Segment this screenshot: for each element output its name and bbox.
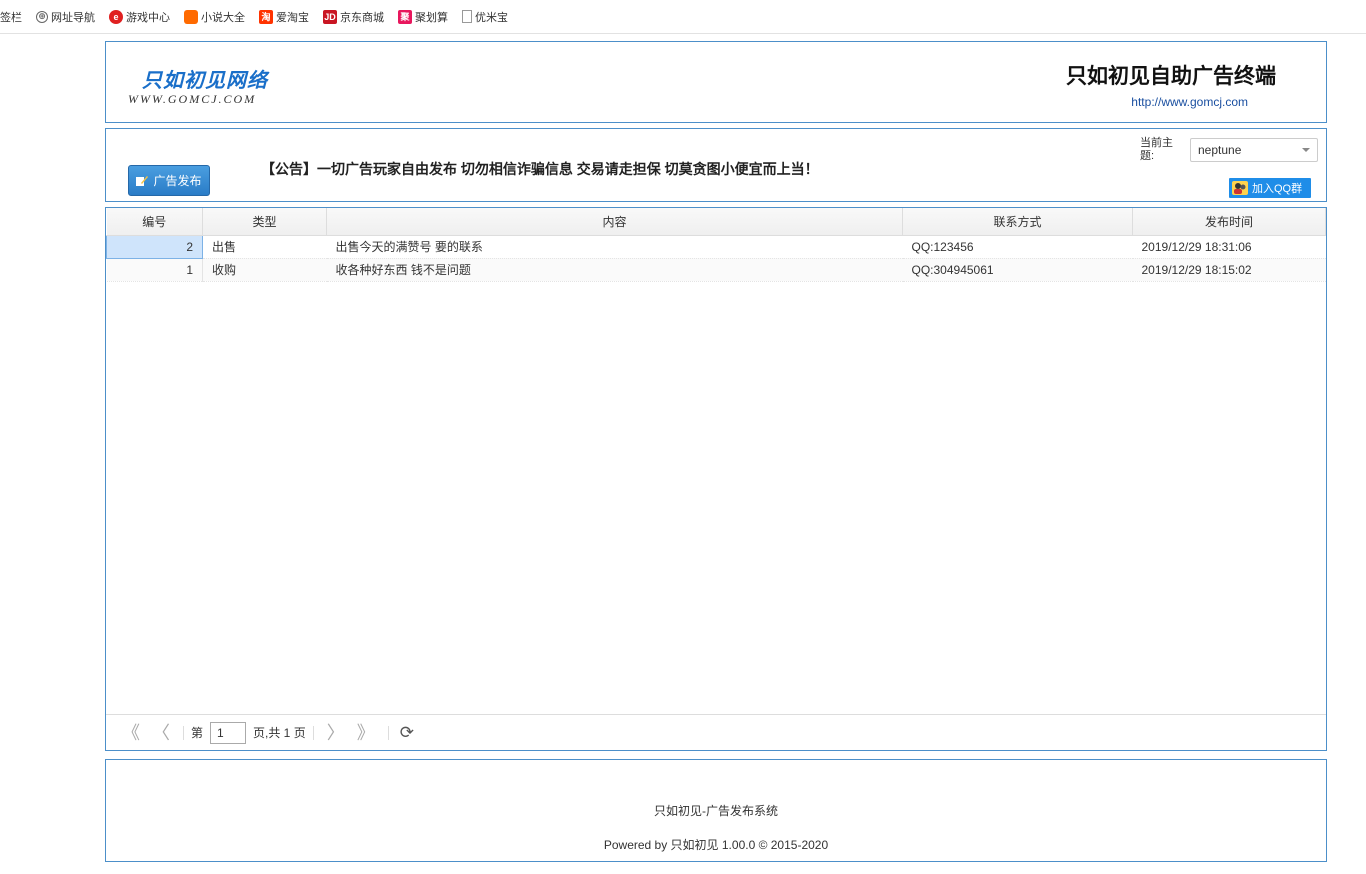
prev-page-icon[interactable]: 〈 xyxy=(152,724,170,742)
bookmark-label: 小说大全 xyxy=(201,11,245,24)
ad-grid-panel: 编号 类型 内容 联系方式 发布时间 2 出售 出售今天的满赞号 要的联系 QQ… xyxy=(105,207,1327,751)
bookmark-folder[interactable]: 签栏 xyxy=(0,9,22,25)
cell-content: 收各种好东西 钱不是问题 xyxy=(326,258,903,282)
cell-type: 收购 xyxy=(202,258,327,282)
next-page-icon[interactable]: 〉 xyxy=(327,724,345,742)
column-header-content[interactable]: 内容 xyxy=(326,208,903,236)
bookmark-nav[interactable]: ⊕ 网址导航 xyxy=(36,9,95,25)
cell-type: 出售 xyxy=(202,235,327,259)
pager-divider xyxy=(387,725,389,740)
bookmark-novels[interactable]: 小说大全 xyxy=(184,9,245,25)
cell-time: 2019/12/29 18:15:02 xyxy=(1132,258,1326,282)
table-header-row: 编号 类型 内容 联系方式 发布时间 xyxy=(106,208,1326,236)
pagination-bar: 《 〈 第 1 页,共 1 页 〉 》 ⟳ xyxy=(106,714,1326,750)
cell-id: 1 xyxy=(106,258,203,282)
refresh-icon[interactable]: ⟳ xyxy=(400,723,414,743)
footer-copyright: Powered by 只如初见 1.00.0 © 2015-2020 xyxy=(603,838,829,852)
cell-contact: QQ:123456 xyxy=(902,235,1133,259)
toolbar-panel: 广告发布 【公告】一切广告玩家自由发布 切勿相信诈骗信息 交易请走担保 切莫贪图… xyxy=(105,128,1327,202)
announcement: 【公告】一切广告玩家自由发布 切勿相信诈骗信息 交易请走担保 切莫贪图小便宜而上… xyxy=(261,161,819,177)
theme-label: 当前主题: xyxy=(1140,137,1173,162)
pager-divider xyxy=(312,725,314,740)
bookmark-jd[interactable]: JD 京东商城 xyxy=(323,9,384,25)
jd-icon: JD xyxy=(323,9,337,24)
bookmark-juhuasuan[interactable]: 聚 聚划算 xyxy=(398,9,448,25)
bookmark-label: 聚划算 xyxy=(415,11,448,24)
page-total: 页,共 1 页 xyxy=(253,726,306,740)
bookmark-taobao[interactable]: 淘 爱淘宝 xyxy=(259,9,309,25)
qq-group-icon xyxy=(1232,181,1248,195)
bookmark-label: 爱淘宝 xyxy=(276,11,309,24)
ju-icon: 聚 xyxy=(398,9,412,24)
bookmark-label: 游戏中心 xyxy=(126,11,170,24)
page-number-input[interactable]: 1 xyxy=(210,721,247,744)
bookmark-youmibao[interactable]: 优米宝 xyxy=(462,9,508,25)
logo: 只如初见网络 xyxy=(142,68,268,92)
publish-ad-label: 广告发布 xyxy=(153,174,202,188)
table-row[interactable]: 1 收购 收各种好东西 钱不是问题 QQ:304945061 2019/12/2… xyxy=(106,258,1326,282)
edit-icon xyxy=(136,175,149,187)
bookmark-label: 签栏 xyxy=(0,11,22,24)
novel-icon xyxy=(184,9,198,24)
ad-table: 编号 类型 内容 联系方式 发布时间 2 出售 出售今天的满赞号 要的联系 QQ… xyxy=(106,208,1326,282)
bookmark-label: 优米宝 xyxy=(475,11,508,24)
publish-ad-button[interactable]: 广告发布 xyxy=(128,165,210,196)
cell-content: 出售今天的满赞号 要的联系 xyxy=(326,235,903,259)
header-panel: 只如初见网络 WWW.GOMCJ.COM 只如初见自助广告终端 http://w… xyxy=(105,41,1327,123)
column-header-time[interactable]: 发布时间 xyxy=(1132,208,1326,236)
bookmark-label: 京东商城 xyxy=(340,11,384,24)
column-header-contact[interactable]: 联系方式 xyxy=(902,208,1133,236)
last-page-icon[interactable]: 》 xyxy=(357,724,375,742)
page-icon xyxy=(462,10,472,23)
table-row[interactable]: 2 出售 出售今天的满赞号 要的联系 QQ:123456 2019/12/29 … xyxy=(106,234,1326,259)
footer-system-name: 只如初见-广告发布系统 xyxy=(654,804,778,818)
pager-divider xyxy=(183,725,184,740)
footer-panel: 只如初见-广告发布系统 Powered by 只如初见 1.00.0 © 201… xyxy=(105,759,1327,862)
page-title: 只如初见自助广告终端 xyxy=(1066,65,1276,88)
bookmark-games[interactable]: e 游戏中心 xyxy=(109,9,170,25)
logo-subtitle: WWW.GOMCJ.COM xyxy=(128,92,257,106)
join-qq-group-button[interactable]: 加入QQ群 xyxy=(1229,178,1311,198)
page-prefix: 第 xyxy=(191,726,204,740)
bookmark-label: 网址导航 xyxy=(51,11,95,24)
game-icon: e xyxy=(109,9,123,24)
bookmarks-bar: 签栏 ⊕ 网址导航 e 游戏中心 小说大全 淘 爱淘宝 JD 京东商城 聚 聚划… xyxy=(0,0,1366,34)
cell-time: 2019/12/29 18:31:06 xyxy=(1132,235,1326,259)
cell-contact: QQ:304945061 xyxy=(902,258,1133,282)
chevron-down-icon xyxy=(1302,148,1310,152)
site-url-link[interactable]: http://www.gomcj.com xyxy=(1131,95,1248,109)
column-header-type[interactable]: 类型 xyxy=(202,208,327,236)
theme-value: neptune xyxy=(1198,143,1242,157)
first-page-icon[interactable]: 《 xyxy=(122,724,140,742)
column-header-id[interactable]: 编号 xyxy=(106,208,203,236)
join-qq-group-label: 加入QQ群 xyxy=(1252,183,1303,195)
taobao-icon: 淘 xyxy=(259,9,273,24)
theme-select[interactable]: neptune xyxy=(1190,138,1318,162)
cell-id: 2 xyxy=(106,234,203,259)
globe-icon: ⊕ xyxy=(36,10,48,23)
